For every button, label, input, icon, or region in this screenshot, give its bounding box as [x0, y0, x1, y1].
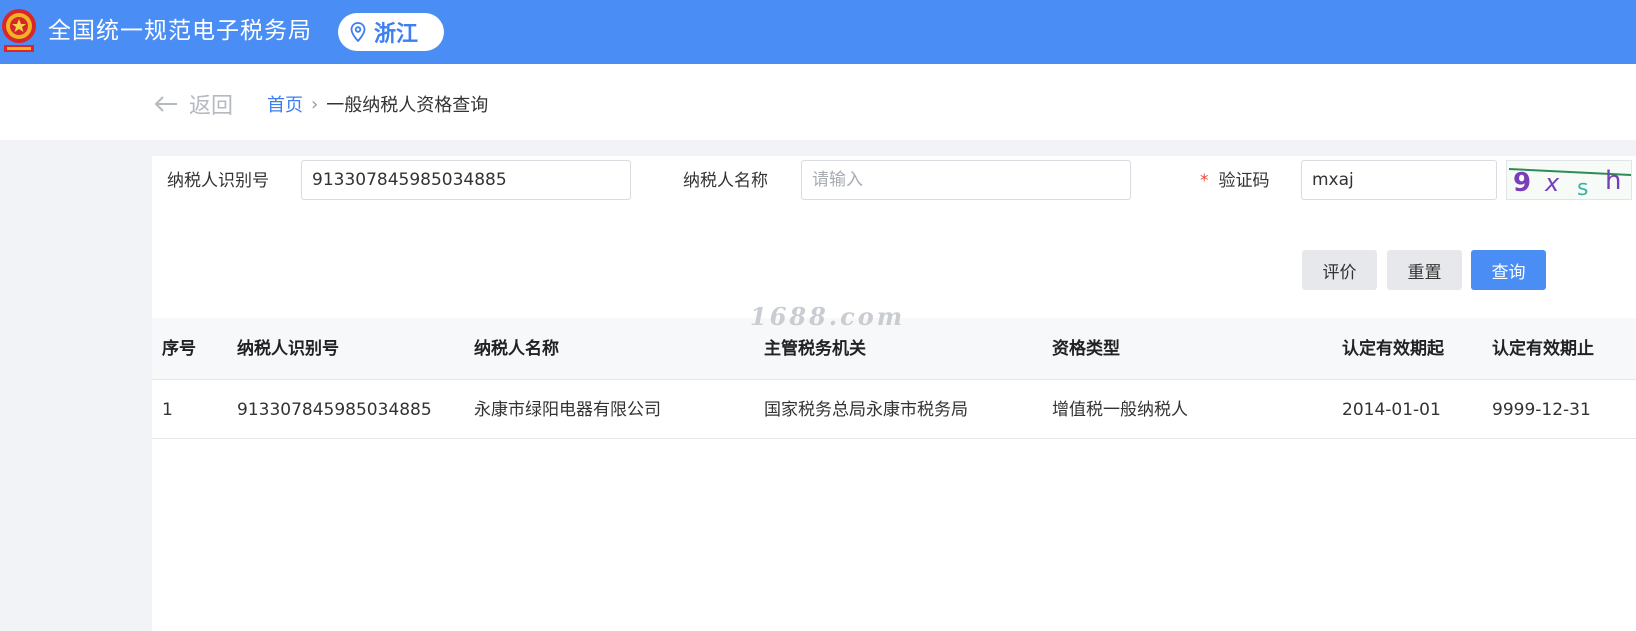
- captcha-char-2: x: [1544, 169, 1560, 197]
- top-header: 全国统一规范电子税务局 浙江: [0, 0, 1636, 64]
- region-selector[interactable]: 浙江: [338, 13, 444, 51]
- required-mark: *: [1200, 171, 1209, 191]
- captcha-char-1: 9: [1513, 168, 1531, 198]
- captcha-image[interactable]: 9 x s h: [1506, 160, 1632, 200]
- column-header-qualification-type: 资格类型: [1052, 339, 1120, 359]
- column-header-tax-authority: 主管税务机关: [764, 339, 866, 359]
- cell-index: 1: [162, 400, 173, 420]
- column-header-valid-from: 认定有效期起: [1342, 339, 1444, 359]
- site-title[interactable]: 全国统一规范电子税务局: [48, 14, 312, 48]
- captcha-picture: 9 x s h: [1508, 166, 1631, 200]
- taxpayer-name-label: 纳税人名称: [683, 171, 768, 191]
- back-button[interactable]: 返回: [153, 88, 233, 120]
- table-row[interactable]: 1 913307845985034885 永康市绿阳电器有限公司 国家税务总局永…: [152, 380, 1636, 439]
- watermark: 1688.com: [750, 302, 906, 331]
- back-label: 返回: [189, 94, 234, 119]
- taxpayer-name-input[interactable]: [801, 160, 1131, 200]
- taxpayer-id-label: 纳税人识别号: [167, 171, 269, 191]
- cell-valid-from: 2014-01-01: [1342, 400, 1441, 420]
- column-header-taxpayer-name: 纳税人名称: [474, 339, 559, 359]
- arrow-left-icon: [154, 96, 177, 112]
- breadcrumb: 首页 › 一般纳税人资格查询: [267, 91, 488, 117]
- location-pin-icon: [350, 22, 366, 42]
- region-name: 浙江: [374, 22, 419, 47]
- column-header-valid-to: 认定有效期止: [1492, 339, 1594, 359]
- cell-tax-authority: 国家税务总局永康市税务局: [764, 400, 968, 420]
- captcha-label: 验证码: [1218, 171, 1270, 191]
- taxpayer-id-input[interactable]: [301, 160, 631, 200]
- national-emblem-icon: [0, 4, 38, 56]
- reset-button[interactable]: 重置: [1387, 250, 1462, 290]
- navigation-bar: [0, 64, 1636, 140]
- captcha-char-4: h: [1605, 166, 1621, 196]
- captcha-input[interactable]: [1301, 160, 1497, 200]
- column-header-index: 序号: [162, 339, 196, 359]
- breadcrumb-separator: ›: [311, 93, 319, 115]
- captcha-label-group: * 验证码: [1200, 171, 1270, 191]
- cell-qualification-type: 增值税一般纳税人: [1052, 400, 1188, 420]
- cell-taxpayer-name: 永康市绿阳电器有限公司: [474, 400, 661, 420]
- cell-taxpayer-id: 913307845985034885: [237, 400, 432, 420]
- cell-valid-to: 9999-12-31: [1492, 400, 1591, 420]
- breadcrumb-current: 一般纳税人资格查询: [326, 95, 489, 116]
- column-header-taxpayer-id: 纳税人识别号: [237, 339, 339, 359]
- search-button[interactable]: 查询: [1471, 250, 1546, 290]
- breadcrumb-home-link[interactable]: 首页: [267, 91, 303, 117]
- rate-button[interactable]: 评价: [1302, 250, 1377, 290]
- captcha-char-3: s: [1577, 176, 1588, 200]
